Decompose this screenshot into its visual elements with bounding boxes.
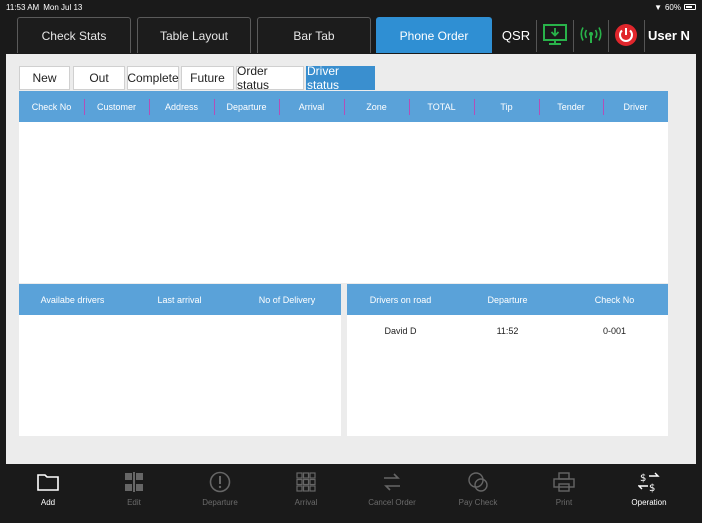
driver-name: David D bbox=[384, 326, 417, 336]
add-button[interactable]: Add bbox=[18, 468, 78, 516]
top-tab-bar: Check Stats Table Layout Bar Tab Phone O… bbox=[0, 14, 702, 54]
col-address: Address bbox=[164, 101, 199, 112]
subtab-label: New bbox=[32, 71, 57, 85]
drivers-on-road-header: Drivers on road Departure Check No bbox=[347, 284, 668, 315]
divider bbox=[644, 20, 645, 52]
edit-grid-icon bbox=[124, 468, 144, 496]
divider bbox=[536, 20, 537, 52]
subtab-complete[interactable]: Complete bbox=[127, 66, 179, 90]
tab-label: Bar Tab bbox=[293, 28, 335, 43]
toolbar-label: Add bbox=[40, 498, 56, 507]
col-zone: Zone bbox=[366, 101, 387, 112]
departure-button[interactable]: Departure bbox=[190, 468, 250, 516]
tab-bar-tab[interactable]: Bar Tab bbox=[257, 17, 371, 53]
subtab-new[interactable]: New bbox=[19, 66, 70, 90]
col-available-drivers: Availabe drivers bbox=[40, 294, 105, 305]
orders-table-header: Check No Customer Address Departure Arri… bbox=[19, 91, 668, 122]
svg-text:$: $ bbox=[649, 483, 655, 493]
battery-level: 60% bbox=[664, 2, 681, 12]
divider bbox=[573, 20, 574, 52]
col-departure: Departure bbox=[226, 101, 267, 112]
toolbar-label: Departure bbox=[202, 498, 238, 507]
subtab-future[interactable]: Future bbox=[181, 66, 234, 90]
power-icon[interactable] bbox=[611, 20, 641, 50]
subtab-out[interactable]: Out bbox=[73, 66, 125, 90]
monitor-download-icon[interactable] bbox=[540, 20, 570, 50]
col-tip: Tip bbox=[500, 101, 513, 112]
available-drivers-list[interactable] bbox=[19, 315, 341, 436]
toolbar-label: Print bbox=[555, 498, 573, 507]
pay-check-button[interactable]: Pay Check bbox=[448, 468, 508, 516]
col-check-no: Check No bbox=[31, 101, 72, 112]
col-tender: Tender bbox=[557, 101, 585, 112]
status-time: 11:53 AM bbox=[6, 2, 40, 12]
exclamation-icon bbox=[209, 468, 231, 496]
col-no-of-delivery: No of Delivery bbox=[258, 294, 316, 305]
toolbar-label: Operation bbox=[631, 498, 667, 507]
check-number: 0-001 bbox=[602, 326, 627, 336]
col-arrival: Arrival bbox=[298, 101, 325, 112]
col-drivers-on-road: Drivers on road bbox=[369, 294, 432, 305]
arrival-button[interactable]: Arrival bbox=[276, 468, 336, 516]
cancel-order-button[interactable]: Cancel Order bbox=[362, 468, 422, 516]
dollar-swap-icon: $ $ bbox=[638, 468, 660, 496]
tab-label: Table Layout bbox=[159, 28, 229, 43]
toolbar-label: Cancel Order bbox=[368, 498, 416, 507]
wifi-icon: ▼ bbox=[654, 2, 662, 12]
swap-arrows-icon bbox=[381, 468, 403, 496]
tab-phone-order[interactable]: Phone Order bbox=[376, 17, 492, 53]
toolbar-label: Pay Check bbox=[458, 498, 498, 507]
available-drivers-header: Availabe drivers Last arrival No of Deli… bbox=[19, 284, 341, 315]
status-date: Mon Jul 13 bbox=[43, 2, 83, 12]
toolbar-label: Arrival bbox=[294, 498, 318, 507]
table-row[interactable]: David D 11:52 0-001 bbox=[347, 315, 668, 343]
coins-icon bbox=[467, 468, 489, 496]
battery-icon bbox=[684, 4, 696, 10]
tab-label: Phone Order bbox=[399, 28, 469, 43]
folder-icon bbox=[37, 468, 59, 496]
col-total: TOTAL bbox=[427, 101, 456, 112]
col-driver: Driver bbox=[623, 101, 648, 112]
main-content: New Out Complete Future Order status Dri… bbox=[6, 54, 696, 464]
user-name[interactable]: User N bbox=[648, 17, 690, 53]
subtab-driver-status[interactable]: Driver status bbox=[306, 64, 375, 92]
subtab-label: Driver status bbox=[307, 64, 340, 92]
tab-label: Check Stats bbox=[41, 28, 107, 43]
svg-text:$: $ bbox=[640, 473, 646, 484]
bottom-toolbar: Add Edit Departure Arrival Cancel Order … bbox=[0, 464, 702, 523]
signal-broadcast-icon[interactable] bbox=[576, 20, 606, 50]
col-departure: Departure bbox=[487, 294, 528, 305]
grid-icon bbox=[296, 468, 316, 496]
print-button[interactable]: Print bbox=[534, 468, 594, 516]
tab-check-stats[interactable]: Check Stats bbox=[17, 17, 131, 53]
subtab-label: Order status bbox=[237, 64, 270, 92]
subtab-order-status[interactable]: Order status bbox=[236, 64, 304, 92]
col-customer: Customer bbox=[96, 101, 136, 112]
edit-button[interactable]: Edit bbox=[104, 468, 164, 516]
departure-time: 11:52 bbox=[496, 326, 519, 336]
drivers-on-road-list: David D 11:52 0-001 bbox=[347, 315, 668, 436]
col-last-arrival: Last arrival bbox=[157, 294, 202, 305]
col-check-no: Check No bbox=[594, 294, 635, 305]
divider bbox=[608, 20, 609, 52]
toolbar-label: Edit bbox=[127, 498, 141, 507]
subtab-label: Complete bbox=[127, 71, 179, 85]
orders-table-body[interactable] bbox=[19, 122, 668, 283]
qsr-button[interactable]: QSR bbox=[496, 17, 536, 53]
subtab-label: Out bbox=[89, 71, 109, 85]
operation-button[interactable]: $ $ Operation bbox=[619, 468, 679, 516]
subtab-label: Future bbox=[190, 71, 225, 85]
tab-table-layout[interactable]: Table Layout bbox=[137, 17, 251, 53]
status-bar: 11:53 AM Mon Jul 13 ▼ 60% bbox=[0, 0, 702, 14]
printer-icon bbox=[553, 468, 575, 496]
